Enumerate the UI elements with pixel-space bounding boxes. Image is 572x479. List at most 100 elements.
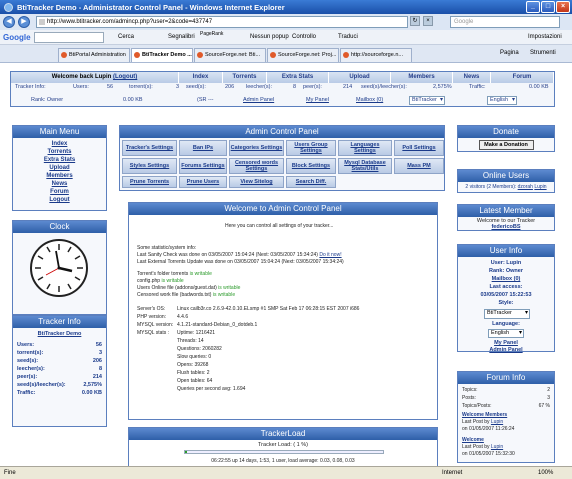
menu-torrents[interactable]: Torrents (13, 148, 106, 156)
menu-upload[interactable]: Upload (13, 164, 106, 172)
my-panel-link[interactable]: My Panel (306, 97, 329, 103)
nav-index[interactable]: Index (179, 72, 223, 83)
bookmarks-button[interactable]: Segnalibri (168, 34, 195, 40)
tab-btitracker-demo[interactable]: BtiTracker Demo ... (131, 48, 193, 62)
window-titlebar: BtiTracker Demo - Administrator Control … (0, 0, 572, 14)
menu-news[interactable]: News (13, 180, 106, 188)
forum-post-link[interactable]: Welcome (462, 437, 550, 444)
tracker-load-panel: TrackerLoad Tracker Load: ( 1 %) 06:22:5… (128, 427, 438, 466)
acp-block-settings[interactable]: Block Settings (286, 158, 336, 174)
user-admin-panel-link[interactable]: Admin Panel (458, 347, 554, 353)
menu-members[interactable]: Members (13, 172, 106, 180)
user-info-mailbox-link[interactable]: Mailbox (0) (458, 275, 554, 283)
tracker-stats-row: Tracker Info: Users: 56 torrent(s): 3 se… (15, 84, 549, 90)
menu-index[interactable]: Index (13, 140, 106, 148)
tools-menu[interactable]: Strumenti (530, 50, 556, 56)
acp-styles-settings[interactable]: Styles Settings (122, 158, 177, 174)
tracker-info-title: Tracker Info (13, 316, 106, 328)
google-search-button[interactable]: Cerca (118, 34, 134, 40)
tracker-load-fill (185, 451, 187, 453)
back-icon[interactable]: ◀ (3, 16, 15, 28)
minimize-button[interactable]: _ (526, 1, 540, 13)
zoom-control[interactable]: 100% (538, 467, 553, 479)
main-menu-title: Main Menu (13, 126, 106, 138)
window-title: BtiTracker Demo - Administrator Control … (17, 2, 285, 12)
maximize-button[interactable]: □ (541, 1, 555, 13)
popup-blocker-button[interactable]: Nessun popup (250, 34, 289, 40)
main-menu-block: Main Menu Index Torrents Extra Stats Upl… (12, 125, 107, 211)
menu-extra-stats[interactable]: Extra Stats (13, 156, 106, 164)
style-select[interactable]: BtiTracker (409, 96, 445, 105)
acp-forums-settings[interactable]: Forums Settings (179, 158, 227, 174)
tabs-bar: BtiPortal Administration BtiTracker Demo… (0, 45, 572, 63)
tracker-info-block: Tracker Info BtiTracker Demo Users: 56 to… (12, 315, 107, 427)
url-input[interactable]: http://www.btitracker.com/admincp.php?us… (36, 16, 408, 28)
acp-categories-settings[interactable]: Categories Settings (229, 140, 284, 156)
forward-icon[interactable]: ▶ (18, 16, 30, 28)
refresh-icon[interactable]: ↻ (410, 16, 420, 26)
donate-title: Donate (458, 126, 554, 138)
latest-member-link[interactable]: federicoBS (458, 224, 554, 230)
nav-members[interactable]: Members (391, 72, 453, 83)
forum-info-block: Forum Info Topics: 2 Posts: 3 Topics/Posts… (457, 371, 555, 463)
acp-censored-words[interactable]: Censored words Settings (229, 158, 284, 174)
forum-post-link[interactable]: Welcome Members (462, 412, 550, 419)
mailbox-link[interactable]: Mailbox (0) (356, 97, 383, 103)
menu-logout[interactable]: Logout (13, 196, 106, 204)
acp-users-group-settings[interactable]: Users Group Settings (286, 140, 336, 156)
welcome-cell: Welcome back Lupin (Logout) (11, 72, 179, 83)
tracker-load-title: TrackerLoad (129, 428, 437, 440)
acp-trackers-settings[interactable]: Tracker's Settings (122, 140, 177, 156)
welcome-intro: Here you can control all settings of you… (225, 223, 334, 229)
page-menu[interactable]: Pagina (500, 50, 519, 56)
acp-ban-ips[interactable]: Ban IPs (179, 140, 227, 156)
menu-forum[interactable]: Forum (13, 188, 106, 196)
tab-sourceforge-proj[interactable]: SourceForge.net: Proj... (267, 48, 339, 62)
user-language-select[interactable]: English (488, 329, 524, 338)
user-my-panel-link[interactable]: My Panel (458, 340, 554, 346)
welcome-title: Welcome to Admin Control Panel (129, 203, 437, 215)
user-style-select[interactable]: BtiTracker (484, 309, 530, 319)
nav-forum[interactable]: Forum (491, 72, 554, 83)
latest-member-block: Latest Member Welcome to our Tracker fed… (457, 204, 555, 231)
admin-panel-link[interactable]: Admin Panel (243, 97, 274, 103)
ie-icon (4, 2, 13, 12)
nav-torrents[interactable]: Torrents (223, 72, 267, 83)
online-user-link[interactable]: Lupin (534, 184, 546, 190)
online-users-block: Online Users 2 visitors (2 Members): dzo… (457, 169, 555, 193)
donate-button[interactable]: Make a Donation (478, 140, 534, 150)
acp-mysql-stats[interactable]: Mysql Database Stats/Utils (338, 158, 392, 174)
acp-prune-torrents[interactable]: Prune Torrents (122, 176, 177, 188)
clock-title: Clock (13, 221, 106, 233)
forum-post-user-link[interactable]: Lupin (491, 419, 503, 425)
stop-icon[interactable]: × (423, 16, 433, 26)
tab-sourceforge-url[interactable]: http://sourceforge.n... (340, 48, 412, 62)
acp-search-diff[interactable]: Search Diff. (286, 176, 336, 188)
nav-extra-stats[interactable]: Extra Stats (267, 72, 329, 83)
language-select[interactable]: English (487, 96, 517, 105)
acp-mass-pm[interactable]: Mass PM (394, 158, 444, 174)
google-search-input[interactable] (34, 32, 104, 43)
close-button[interactable]: × (556, 1, 570, 13)
acp-view-sitelog[interactable]: View Sitelog (229, 176, 284, 188)
acp-languages-settings[interactable]: Languages Settings (338, 140, 392, 156)
donate-block: Donate Make a Donation (457, 125, 555, 152)
tab-sourceforge-bti[interactable]: SourceForge.net: Bti... (194, 48, 266, 62)
acp-poll-settings[interactable]: Poll Settings (394, 140, 444, 156)
forum-post-user-link[interactable]: Lupin (491, 444, 503, 450)
tracker-info-row: seed(s): 206 (17, 358, 102, 364)
tracker-uptime: 06:22:55 up 14 days, 1:53, 1 user, load … (211, 458, 355, 464)
logout-link[interactable]: (Logout) (113, 74, 137, 80)
online-user-link[interactable]: dzorah (518, 184, 533, 190)
search-input[interactable]: Google (450, 16, 560, 28)
tab-btiportal[interactable]: BtiPortal Administration (58, 48, 130, 62)
nav-upload[interactable]: Upload (329, 72, 391, 83)
do-it-now-link[interactable]: Do it now! (319, 252, 341, 258)
latest-member-title: Latest Member (458, 205, 554, 217)
nav-news[interactable]: News (453, 72, 491, 83)
translate-button[interactable]: Traduci (338, 34, 358, 40)
spellcheck-button[interactable]: Controllo (292, 34, 316, 40)
settings-button[interactable]: Impostazioni (528, 34, 562, 40)
admin-control-panel: Admin Control Panel Tracker's Settings B… (119, 125, 445, 191)
acp-prune-users[interactable]: Prune Users (179, 176, 227, 188)
